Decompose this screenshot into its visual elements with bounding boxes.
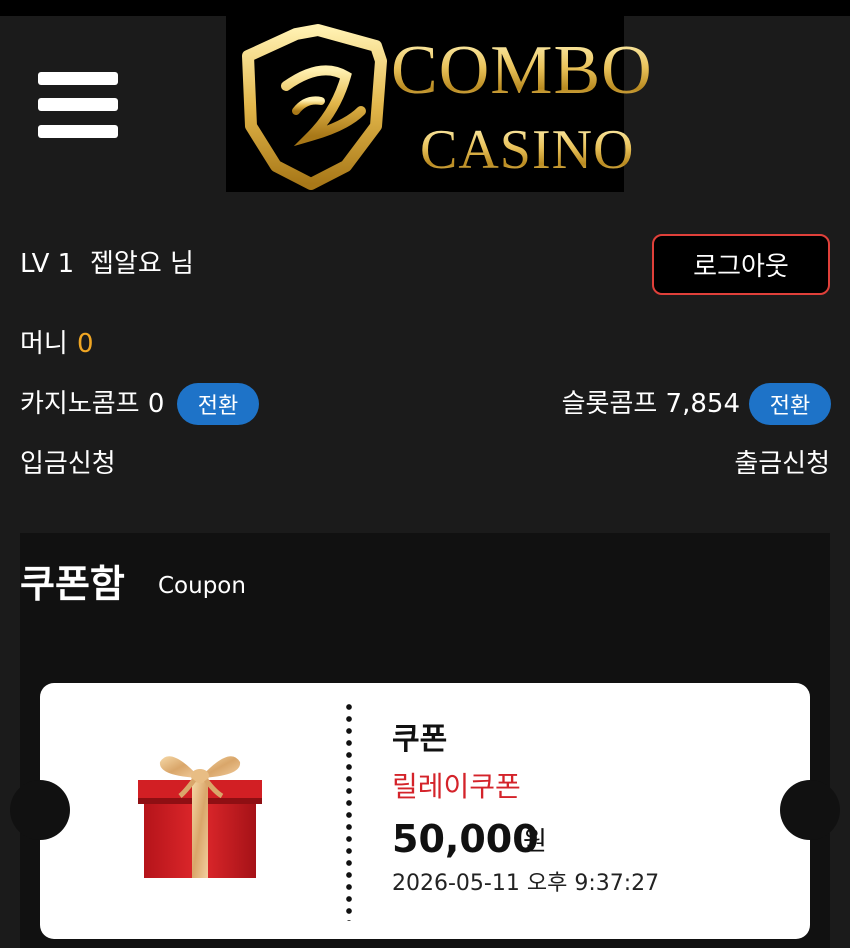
logo-text-combo: COMBO — [391, 32, 653, 109]
shield-logo-icon — [242, 24, 387, 190]
user-level: LV 1 — [20, 249, 75, 279]
user-nickname: 젭알요 님 — [90, 249, 194, 279]
money-value: 0 — [77, 329, 94, 359]
deposit-request-link[interactable]: 입금신청 — [20, 451, 116, 477]
combo-casino-logo[interactable]: COMBO CASINO — [226, 16, 652, 192]
top-status-strip — [0, 0, 850, 16]
withdraw-request-link[interactable]: 출금신청 — [734, 451, 830, 477]
logo-text-casino: CASINO — [420, 119, 635, 181]
slot-comp-convert-button[interactable]: 전환 — [749, 383, 831, 425]
hamburger-menu-icon[interactable] — [38, 72, 118, 138]
coupon-currency: 원 — [523, 827, 547, 857]
slot-comp-label: 슬롯콤프 7,854 — [561, 389, 740, 419]
money-label: 머니 — [20, 329, 68, 359]
coupon-section-title: 쿠폰함 — [20, 562, 125, 606]
coupon-amount: 50,000 — [392, 817, 539, 861]
coupon-perforation — [346, 701, 352, 921]
coupon-section-subtitle: Coupon — [158, 573, 246, 599]
coupon-title: 쿠폰 — [392, 722, 448, 757]
coupon-name: 릴레이쿠폰 — [392, 770, 521, 803]
coupon-notch-left — [10, 780, 70, 840]
casino-comp-convert-button[interactable]: 전환 — [177, 383, 259, 425]
gift-box-icon — [138, 756, 262, 878]
casino-comp-label: 카지노콤프 0 — [20, 389, 165, 419]
coupon-notch-right — [780, 780, 840, 840]
logout-button[interactable]: 로그아웃 — [652, 234, 830, 295]
coupon-date: 2026-05-11 오후 9:37:27 — [392, 871, 660, 896]
